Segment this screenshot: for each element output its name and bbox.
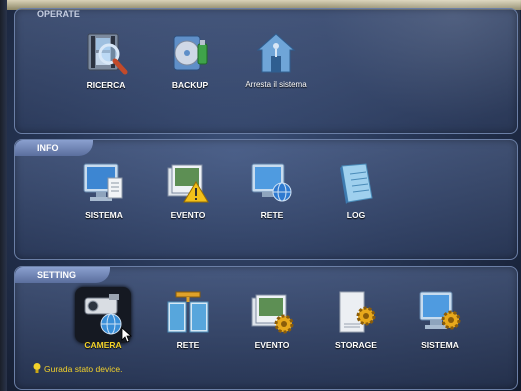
operate-item-ricerca-label: RICERCA — [86, 80, 126, 90]
operate-item-ricerca[interactable]: RICERCA — [66, 30, 146, 90]
info-item-sistema-label: SISTEMA — [85, 210, 123, 220]
setting-item-rete[interactable]: RETE — [148, 290, 228, 350]
search-video-icon — [87, 33, 128, 75]
mouse-cursor-icon — [121, 327, 133, 343]
shutdown-house-icon — [256, 33, 296, 73]
storage-gear-icon — [339, 291, 376, 333]
network-config-icon — [167, 291, 209, 333]
operate-section-title: OPERATE — [37, 9, 80, 19]
backup-disc-icon — [173, 35, 208, 71]
monitor-document-icon — [83, 163, 123, 201]
event-gear-icon — [251, 294, 294, 334]
setting-item-sistema-label: SISTEMA — [421, 340, 459, 350]
info-item-evento[interactable]: EVENTO — [148, 160, 228, 220]
log-book-icon — [340, 163, 373, 204]
operate-item-backup-label: BACKUP — [171, 80, 209, 90]
network-globe-icon — [251, 163, 292, 202]
setting-item-evento[interactable]: EVENTO — [232, 290, 312, 350]
operate-item-backup[interactable]: BACKUP — [150, 30, 230, 90]
dvr-main-menu: OPERATE RICERCA BACKUP Arresta il sistem… — [0, 0, 521, 391]
camera-globe-icon — [84, 294, 122, 335]
info-section-title: INFO — [15, 140, 93, 156]
setting-item-sistema[interactable]: SISTEMA — [400, 290, 480, 350]
info-item-rete[interactable]: RETE — [232, 160, 312, 220]
setting-item-storage[interactable]: STORAGE — [316, 290, 396, 350]
setting-section-title: SETTING — [15, 267, 111, 283]
monitor-bezel-left — [0, 0, 7, 391]
info-item-rete-label: RETE — [260, 210, 284, 220]
operate-item-shutdown[interactable]: Arresta il sistema — [234, 30, 318, 89]
setting-item-rete-label: RETE — [176, 340, 200, 350]
info-item-evento-label: EVENTO — [170, 210, 206, 220]
event-warning-icon — [167, 164, 209, 203]
system-gear-icon — [419, 291, 461, 330]
setting-item-storage-label: STORAGE — [335, 340, 377, 350]
info-item-sistema[interactable]: SISTEMA — [64, 160, 144, 220]
setting-item-evento-label: EVENTO — [254, 340, 290, 350]
operate-item-shutdown-label: Arresta il sistema — [245, 80, 307, 89]
info-item-log[interactable]: LOG — [316, 160, 396, 220]
status-hint-text: Gurada stato device. — [44, 364, 123, 374]
lightbulb-icon — [33, 363, 41, 373]
info-item-log-label: LOG — [346, 210, 366, 220]
